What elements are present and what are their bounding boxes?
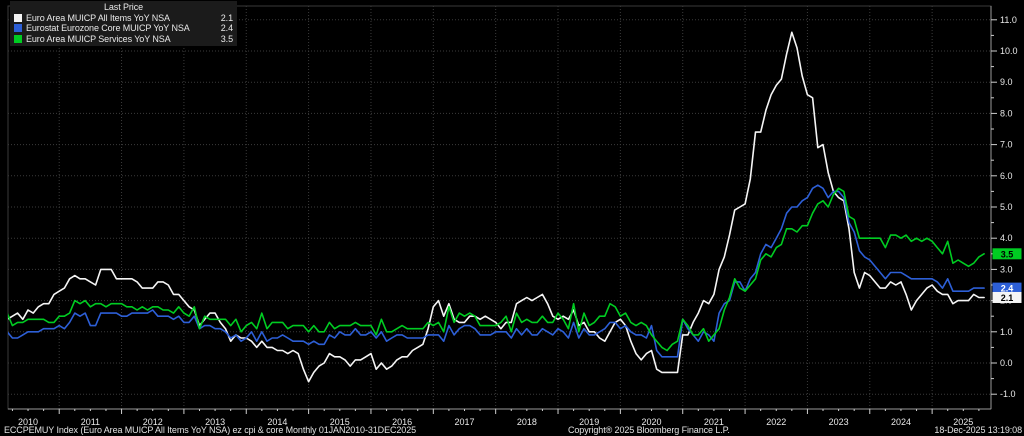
svg-text:4.0: 4.0 [1000,233,1013,243]
svg-text:3.0: 3.0 [1000,264,1013,274]
last-price-badge: 2.1 [992,291,1022,303]
svg-text:10.0: 10.0 [1000,46,1018,56]
footer-bar: ECCPEMUY Index (Euro Area MUICP All Item… [0,425,1024,436]
svg-text:1.0: 1.0 [1000,327,1013,337]
svg-text:3.5: 3.5 [1001,249,1014,259]
legend-row-3[interactable]: Euro Area MUICP Services YoY NSA 3.5 [14,34,233,45]
legend-series-value: 2.1 [220,12,233,23]
chart-canvas[interactable]: -1.00.01.02.03.04.05.06.07.08.09.010.011… [0,0,1024,436]
legend-series-label: Euro Area MUICP All Items YoY NSA [26,12,170,23]
timestamp: 18-Dec-2025 13:19:08 [934,425,1022,435]
copyright-notice: Copyright® 2025 Bloomberg Finance L.P. [568,425,730,435]
last-price-badge: 3.5 [992,248,1022,260]
series-swatch-icon [14,13,22,22]
legend-title: Last Price [103,2,144,12]
svg-text:11.0: 11.0 [1000,15,1017,25]
svg-text:5.0: 5.0 [1000,202,1013,212]
svg-text:0.0: 0.0 [1000,358,1013,368]
y-axis: -1.00.01.02.03.04.05.06.07.08.09.010.011… [991,15,1018,399]
security-description: ECCPEMUY Index (Euro Area MUICP All Item… [4,425,416,435]
svg-text:2.1: 2.1 [1001,293,1014,303]
legend-row-2[interactable]: Eurostat Eurozone Core MUICP YoY NSA 2.4 [14,23,233,34]
svg-text:-1.0: -1.0 [1000,389,1016,399]
legend-row-1[interactable]: Euro Area MUICP All Items YoY NSA 2.1 [14,13,233,24]
svg-text:8.0: 8.0 [1000,108,1013,118]
last-price-badge: 2.4 [992,282,1022,294]
svg-text:9.0: 9.0 [1000,77,1013,87]
legend-series-label: Euro Area MUICP Services YoY NSA [26,33,171,44]
legend-series-value: 3.5 [220,33,233,44]
series-swatch-icon [14,34,22,43]
legend-last-price: Last Price Euro Area MUICP All Items YoY… [10,1,237,46]
grid-lines [8,6,991,409]
series-swatch-icon [14,24,22,33]
series-line-2[interactable] [0,184,985,358]
svg-text:7.0: 7.0 [1000,140,1013,150]
bloomberg-chart-window: -1.00.01.02.03.04.05.06.07.08.09.010.011… [0,0,1024,436]
legend-series-value: 2.4 [220,23,233,33]
legend-series-label: Eurostat Eurozone Core MUICP YoY NSA [26,23,190,33]
legend-rows: Euro Area MUICP All Items YoY NSA 2.1 Euro… [14,13,233,45]
svg-text:6.0: 6.0 [1000,171,1013,181]
